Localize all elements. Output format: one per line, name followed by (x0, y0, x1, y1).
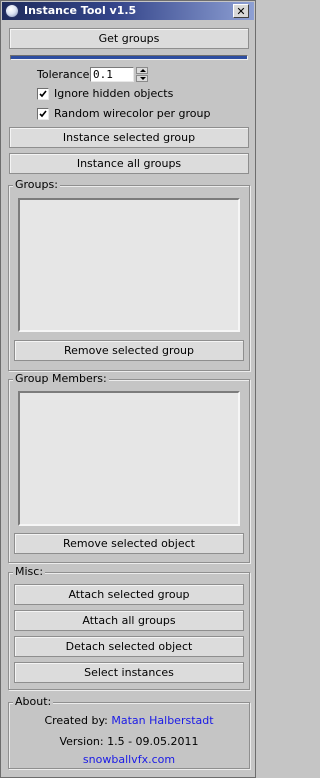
remove-selected-object-button[interactable]: Remove selected object (14, 533, 244, 554)
close-button[interactable]: ✕ (233, 4, 249, 18)
author-link[interactable]: Matan Halberstadt (111, 714, 213, 727)
created-by-line: Created by: Matan Halberstadt (1, 714, 257, 727)
website-link-line: snowballvfx.com (1, 753, 257, 766)
spinner-down-button[interactable] (136, 75, 148, 82)
created-by-label: Created by: (44, 714, 108, 727)
select-instances-button[interactable]: Select instances (14, 662, 244, 683)
version-text: Version: 1.5 - 09.05.2011 (59, 735, 199, 748)
instance-tool-window: Instance Tool v1.5 ✕ Get groups Toleranc… (0, 0, 256, 778)
spinner-up-button[interactable] (136, 67, 148, 74)
ignore-hidden-label: Ignore hidden objects (54, 87, 174, 100)
progress-bar-fill (11, 56, 247, 59)
group-members-listbox[interactable] (18, 391, 240, 526)
arrow-up-icon (140, 69, 146, 72)
group-members-title: Group Members: (13, 372, 109, 385)
arrow-down-icon (140, 77, 146, 80)
attach-selected-group-button[interactable]: Attach selected group (14, 584, 244, 605)
detach-selected-object-button[interactable]: Detach selected object (14, 636, 244, 657)
checkmark-icon (39, 110, 47, 118)
groups-listbox[interactable] (18, 198, 240, 332)
checkmark-icon (39, 90, 47, 98)
instance-all-groups-button[interactable]: Instance all groups (9, 153, 249, 174)
tolerance-input[interactable]: 0.1 (90, 67, 134, 82)
title-bar[interactable]: Instance Tool v1.5 ✕ (2, 2, 254, 20)
attach-all-groups-button[interactable]: Attach all groups (14, 610, 244, 631)
tolerance-spinner: 0.1 (90, 67, 148, 82)
website-link[interactable]: snowballvfx.com (83, 753, 175, 766)
random-wirecolor-checkbox[interactable] (37, 108, 49, 120)
misc-title: Misc: (13, 565, 46, 578)
remove-selected-group-button[interactable]: Remove selected group (14, 340, 244, 361)
ignore-hidden-checkbox[interactable] (37, 88, 49, 100)
tolerance-spinner-arrows (136, 67, 148, 82)
progress-bar (10, 55, 248, 60)
window-title: Instance Tool v1.5 (24, 4, 137, 17)
app-sphere-icon (5, 4, 19, 18)
get-groups-button[interactable]: Get groups (9, 28, 249, 49)
tolerance-label: Tolerance: (37, 68, 94, 81)
groups-title: Groups: (13, 178, 60, 191)
random-wirecolor-label: Random wirecolor per group (54, 107, 211, 120)
close-icon: ✕ (236, 4, 246, 18)
instance-selected-group-button[interactable]: Instance selected group (9, 127, 249, 148)
about-title: About: (13, 695, 54, 708)
